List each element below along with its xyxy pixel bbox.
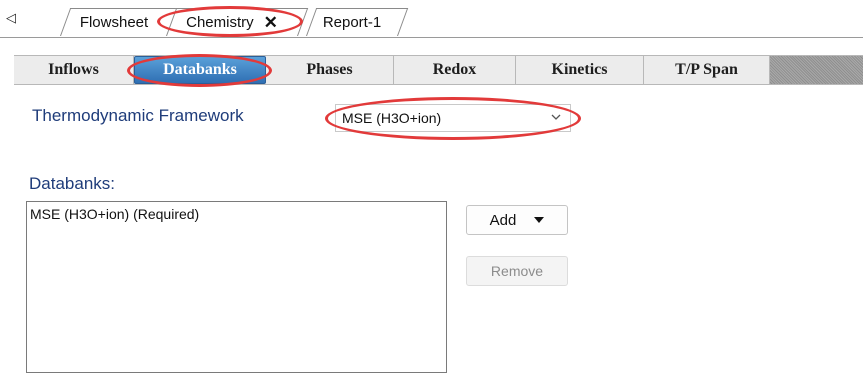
- framework-select-value: MSE (H3O+ion): [342, 110, 442, 126]
- tab-databanks[interactable]: Databanks: [134, 56, 266, 84]
- tab-bar-empty-area: [770, 56, 863, 84]
- caret-down-icon: [534, 217, 545, 223]
- tab-report-1[interactable]: Report-1: [306, 8, 409, 36]
- tab-redox[interactable]: Redox: [394, 56, 516, 84]
- list-item[interactable]: MSE (H3O+ion) (Required): [30, 206, 199, 222]
- tab-strip-divider: [0, 37, 863, 38]
- chemistry-tab-bar: Inflows Databanks Phases Redox Kinetics …: [14, 55, 863, 85]
- tab-flowsheet-label: Flowsheet: [79, 13, 149, 31]
- framework-select[interactable]: MSE (H3O+ion): [335, 104, 571, 132]
- tab-kinetics[interactable]: Kinetics: [516, 56, 644, 84]
- framework-label: Thermodynamic Framework: [32, 106, 244, 125]
- tab-phases[interactable]: Phases: [266, 56, 394, 84]
- databanks-list[interactable]: MSE (H3O+ion) (Required): [26, 201, 447, 373]
- add-button[interactable]: Add: [466, 205, 568, 235]
- tab-inflows[interactable]: Inflows: [14, 56, 134, 84]
- add-button-label: Add: [489, 211, 517, 229]
- document-tab-strip: ◁ Flowsheet Chemistry ✕ Report-1: [0, 0, 863, 38]
- remove-button-label: Remove: [490, 263, 544, 279]
- tab-report-1-label: Report-1: [322, 13, 382, 31]
- remove-button[interactable]: Remove: [466, 256, 568, 286]
- triangle-left-icon[interactable]: ◁: [3, 8, 19, 28]
- tab-chemistry-label: Chemistry: [186, 13, 254, 31]
- close-icon[interactable]: ✕: [264, 14, 278, 31]
- tab-tp-span[interactable]: T/P Span: [644, 56, 770, 84]
- chevron-down-icon: [551, 114, 561, 120]
- tab-flowsheet[interactable]: Flowsheet: [60, 8, 179, 36]
- databanks-label: Databanks:: [29, 174, 115, 193]
- tab-chemistry[interactable]: Chemistry ✕: [166, 8, 309, 36]
